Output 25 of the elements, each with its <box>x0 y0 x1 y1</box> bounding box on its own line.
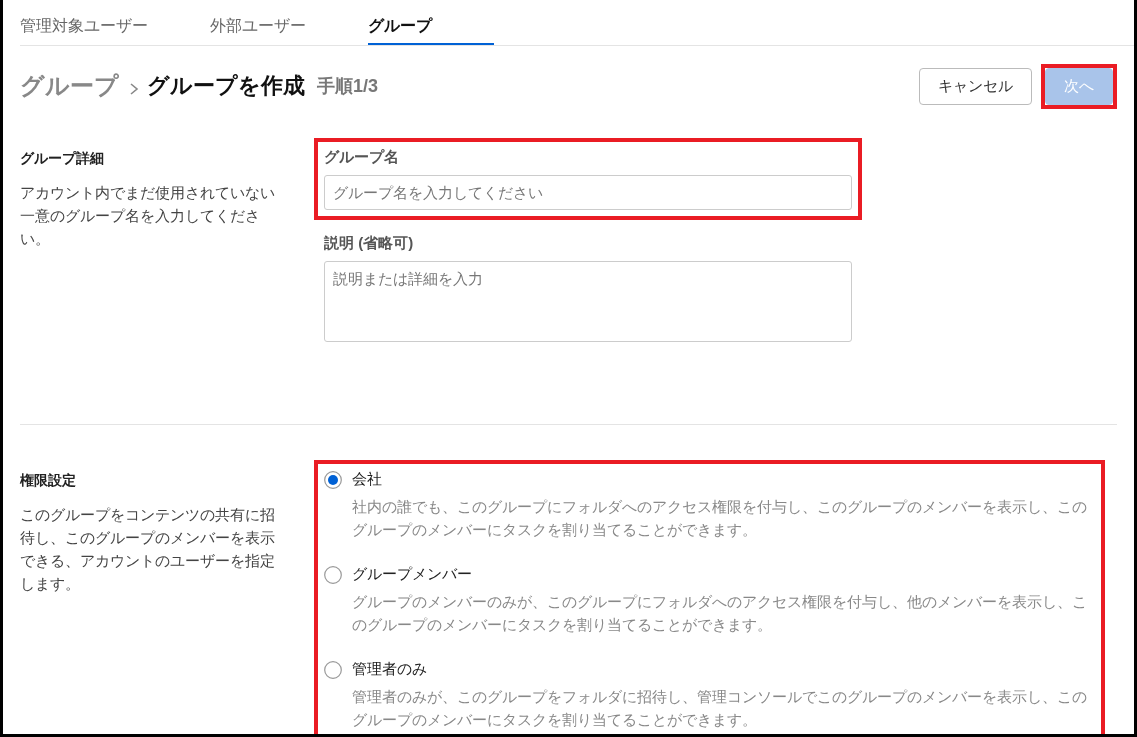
radio-label[interactable]: 管理者のみ <box>352 660 1095 679</box>
step-indicator: 手順1/3 <box>317 75 379 98</box>
breadcrumb-link[interactable]: グループ <box>20 70 119 102</box>
section-description: このグループをコンテンツの共有に招待し、このグループのメンバーを表示できる、アカウントのユーザーを指定します。 <box>20 505 276 594</box>
field-label: グループ名 <box>324 148 400 167</box>
chevron-icon <box>129 82 139 96</box>
radio-button[interactable] <box>324 471 342 489</box>
option-description: 管理者のみが、このグループをフォルダに招待し、管理コンソールでこのグループのメンバーを表示し、このグループのメンバーにタスクを割り当てることができます。 <box>352 687 1088 730</box>
input-field[interactable]: グループ名を入力してください <box>324 175 852 210</box>
cancel-button[interactable]: キャンセル <box>919 67 1032 105</box>
field-label: 説明 (省略可) <box>324 234 415 253</box>
radio-button[interactable] <box>324 661 342 679</box>
description-field[interactable]: 説明または詳細を入力 <box>324 261 852 342</box>
radio-button[interactable] <box>324 566 342 584</box>
section-description: アカウント内でまだ使用されていない一意のグループ名を入力してください。 <box>20 183 276 249</box>
tab[interactable]: 外部ユーザー <box>210 0 306 45</box>
option-description: 社内の誰でも、このグループにフォルダへのアクセス権限を付与し、このグループのメンバーを表示し、このグループのメンバーにタスクを割り当てることができます。 <box>352 497 1088 540</box>
tab[interactable]: グループ <box>368 0 494 45</box>
page-title: グループを作成 <box>147 72 305 100</box>
option-description: グループのメンバーのみが、このグループにフォルダへのアクセス権限を付与し、他のメンバーを表示し、このグループのメンバーにタスクを割り当てることができます。 <box>352 592 1088 635</box>
radio-label[interactable]: グループメンバー <box>352 565 1095 584</box>
section-title: グループ詳細 <box>20 150 105 168</box>
radio-label[interactable]: 会社 <box>352 470 1095 489</box>
section-title: 権限設定 <box>20 472 77 490</box>
tab[interactable]: 管理対象ユーザー <box>20 0 148 45</box>
